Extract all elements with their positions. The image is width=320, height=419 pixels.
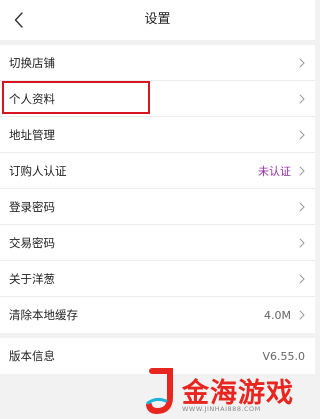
settings-item-label: 清除本地缓存 <box>9 308 78 322</box>
cache-size: 4.0M <box>264 308 291 322</box>
watermark-url: WWW.JINHAI888.COM <box>182 405 261 413</box>
settings-item-clear-cache[interactable]: 清除本地缓存 4.0M <box>0 297 315 333</box>
settings-item-trade-password[interactable]: 交易密码 <box>0 225 315 261</box>
nav-header: 设置 <box>0 0 315 40</box>
watermark: 金海游戏 WWW.JINHAI888.COM <box>146 367 306 417</box>
chevron-right-icon <box>299 94 305 103</box>
settings-item-address[interactable]: 地址管理 <box>0 117 315 153</box>
chevron-right-icon <box>299 238 305 247</box>
settings-item-label: 切换店铺 <box>9 55 55 70</box>
settings-item-profile[interactable]: 个人资料 <box>0 81 315 117</box>
settings-item-login-password[interactable]: 登录密码 <box>0 189 315 225</box>
settings-item-switch-store[interactable]: 切换店铺 <box>0 45 315 81</box>
brand-logo-icon <box>146 368 173 415</box>
verification-status: 未认证 <box>258 164 291 178</box>
page-title: 设置 <box>144 12 171 27</box>
settings-screen: 设置 切换店铺 个人资料 地址管理 订购人认证 未认证 登录密码 交易密码 关于… <box>0 0 315 419</box>
settings-item-label: 关于洋葱 <box>9 271 55 286</box>
chevron-right-icon <box>299 310 305 320</box>
settings-list: 切换店铺 个人资料 地址管理 订购人认证 未认证 登录密码 交易密码 关于洋葱 <box>0 45 315 333</box>
chevron-right-icon <box>299 58 305 67</box>
settings-item-label: 订购人认证 <box>9 163 67 178</box>
chevron-right-icon <box>299 202 305 211</box>
version-label: 版本信息 <box>9 349 55 363</box>
settings-item-buyer-verification[interactable]: 订购人认证 未认证 <box>0 153 315 189</box>
chevron-right-icon <box>299 274 305 283</box>
settings-item-label: 登录密码 <box>9 199 55 214</box>
settings-item-about[interactable]: 关于洋葱 <box>0 261 315 297</box>
settings-item-label: 个人资料 <box>9 91 55 106</box>
chevron-right-icon <box>299 130 305 139</box>
version-number: V6.55.0 <box>262 349 305 363</box>
chevron-right-icon <box>299 166 305 175</box>
settings-item-label: 交易密码 <box>9 235 55 250</box>
settings-item-label: 地址管理 <box>9 127 55 142</box>
